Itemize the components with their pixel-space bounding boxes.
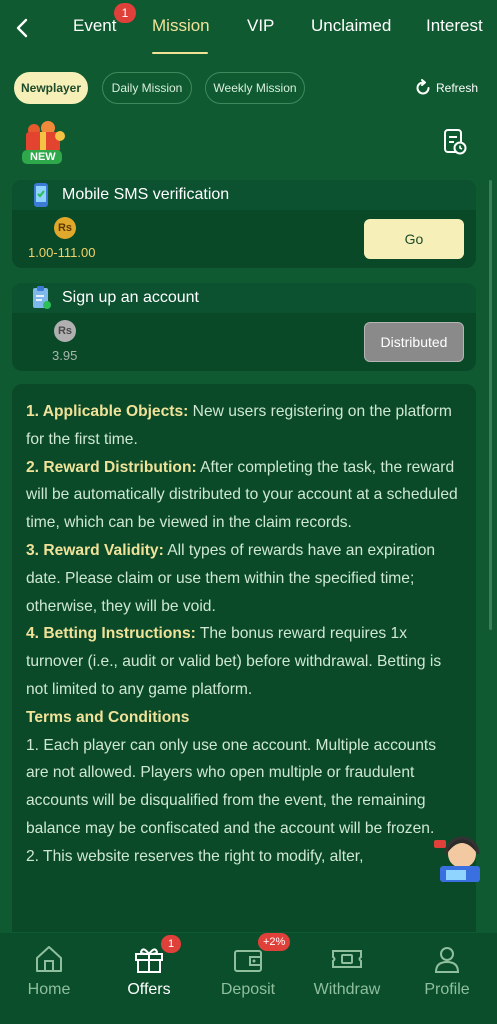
phone-icon [34, 183, 48, 207]
support-agent-icon [434, 836, 480, 882]
new-label: NEW [30, 151, 56, 163]
offers-badge: 1 [161, 935, 181, 953]
record-button[interactable] [442, 128, 468, 156]
terms-item: 1. Each player can only use one account.… [26, 736, 437, 837]
task-header: Mobile SMS verification [12, 180, 476, 210]
tab-interest[interactable]: Interest [426, 16, 483, 36]
tab-event[interactable]: Event [73, 16, 116, 36]
terms-heading: Terms and Conditions [26, 708, 190, 726]
back-button[interactable] [10, 14, 34, 42]
home-icon [36, 946, 62, 972]
new-gift-badge: NEW [16, 120, 72, 168]
deposit-badge: +2% [258, 933, 291, 951]
withdraw-icon [332, 950, 362, 968]
nav-withdraw[interactable]: Withdraw [307, 933, 387, 1013]
tab-mission[interactable]: Mission [152, 16, 210, 36]
rupee-coin-icon: Rs [54, 217, 76, 239]
nav-home[interactable]: Home [9, 933, 89, 1013]
chevron-left-icon [16, 18, 28, 38]
rules-panel: 1. Applicable Objects: New users registe… [12, 384, 476, 944]
task-card-signup: Sign up an account Rs 3.95 Distributed [12, 283, 476, 371]
rule-item: 1. Applicable Objects: New users registe… [26, 403, 452, 448]
subtab-daily-mission[interactable]: Daily Mission [102, 72, 192, 104]
task-title: Sign up an account [62, 289, 199, 306]
terms-item: 2. This website reserves the right to mo… [26, 847, 364, 865]
customer-support-button[interactable] [432, 832, 488, 884]
task-header: Sign up an account [12, 283, 476, 313]
rule-item: 2. Reward Distribution: After completing… [26, 458, 458, 532]
tab-vip[interactable]: VIP [247, 16, 274, 36]
scrollbar[interactable] [489, 180, 492, 630]
subtab-newplayer[interactable]: Newplayer [14, 72, 88, 104]
rupee-coin-icon: Rs [54, 320, 76, 342]
clipboard-check-icon [33, 286, 51, 309]
top-tab-bar: Event 1 Mission VIP Unclaimed Interest [0, 0, 497, 56]
bottom-navigation: Home Offers 1 Deposit +2% Withdraw Profi… [0, 932, 497, 1024]
rule-item: 4. Betting Instructions: The bonus rewar… [26, 625, 442, 698]
tab-unclaimed[interactable]: Unclaimed [311, 16, 391, 36]
record-list-icon [444, 129, 467, 155]
active-tab-indicator [152, 52, 208, 54]
profile-icon [434, 947, 460, 973]
subtab-weekly-mission[interactable]: Weekly Mission [205, 72, 305, 104]
task-reward: 3.95 [52, 348, 78, 363]
task-reward: 1.00-111.00 [28, 245, 96, 260]
refresh-button[interactable]: Refresh [414, 78, 478, 98]
nav-profile[interactable]: Profile [407, 933, 487, 1013]
gift-icon [135, 948, 163, 973]
refresh-label: Refresh [436, 81, 479, 95]
distributed-button[interactable]: Distributed [364, 322, 464, 362]
rule-item: 3. Reward Validity: All types of rewards… [26, 541, 436, 615]
task-title: Mobile SMS verification [62, 186, 230, 203]
task-card-sms: Mobile SMS verification Rs 1.00-111.00 G… [12, 180, 476, 268]
refresh-icon [416, 79, 430, 95]
event-badge: 1 [114, 3, 136, 23]
go-button[interactable]: Go [364, 219, 464, 259]
